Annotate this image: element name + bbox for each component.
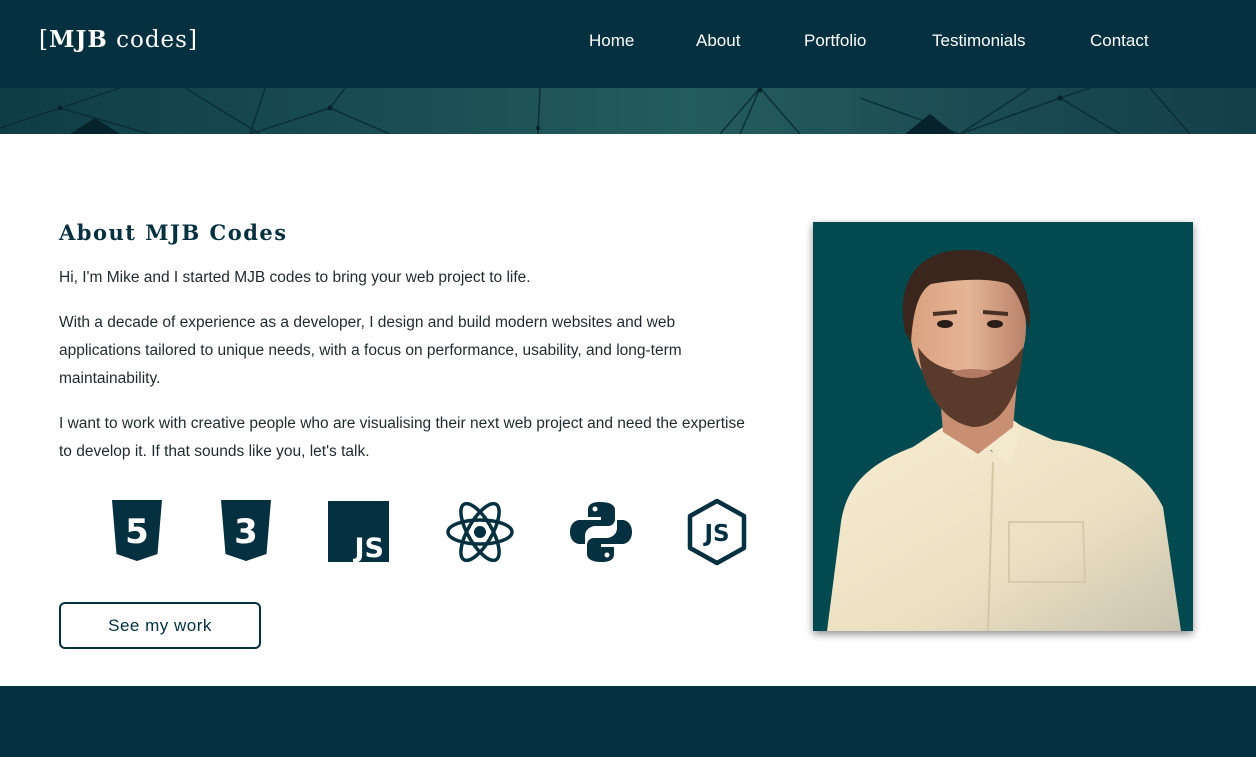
- about-experience-text: With a decade of experience as a develop…: [59, 314, 682, 387]
- profile-photo: [813, 222, 1193, 631]
- site-header: [MJB codes] Home About Portfolio Testimo…: [0, 0, 1256, 88]
- site-footer: [0, 686, 1256, 757]
- javascript-icon: JS: [328, 501, 389, 562]
- svg-text:5: 5: [125, 512, 149, 552]
- nav-contact[interactable]: Contact: [1090, 31, 1149, 51]
- network-pattern-graphic: [0, 88, 1191, 134]
- nav-portfolio[interactable]: Portfolio: [804, 31, 866, 51]
- about-invitation-text: I want to work with creative people who …: [59, 415, 745, 460]
- python-icon: [570, 502, 632, 562]
- about-intro-text: Hi, I'm Mike and I started MJB codes to …: [59, 269, 531, 286]
- see-my-work-button[interactable]: See my work: [59, 602, 261, 649]
- svg-text:3: 3: [234, 512, 258, 552]
- about-title: About MJB Codes: [59, 220, 288, 245]
- svg-text:JS: JS: [702, 521, 729, 547]
- portrait-illustration: [827, 249, 1181, 631]
- nav-about[interactable]: About: [696, 31, 740, 51]
- nav-home[interactable]: Home: [589, 31, 634, 51]
- svg-text:JS: JS: [353, 533, 385, 562]
- css3-icon: 3: [221, 500, 271, 561]
- main-nav: Home About Portfolio Testimonials Contac…: [0, 0, 1256, 88]
- nodejs-icon: JS: [687, 498, 747, 566]
- react-icon: [446, 501, 514, 563]
- network-banner: [0, 88, 1256, 134]
- nav-testimonials[interactable]: Testimonials: [932, 31, 1026, 51]
- html5-icon: 5: [112, 500, 162, 561]
